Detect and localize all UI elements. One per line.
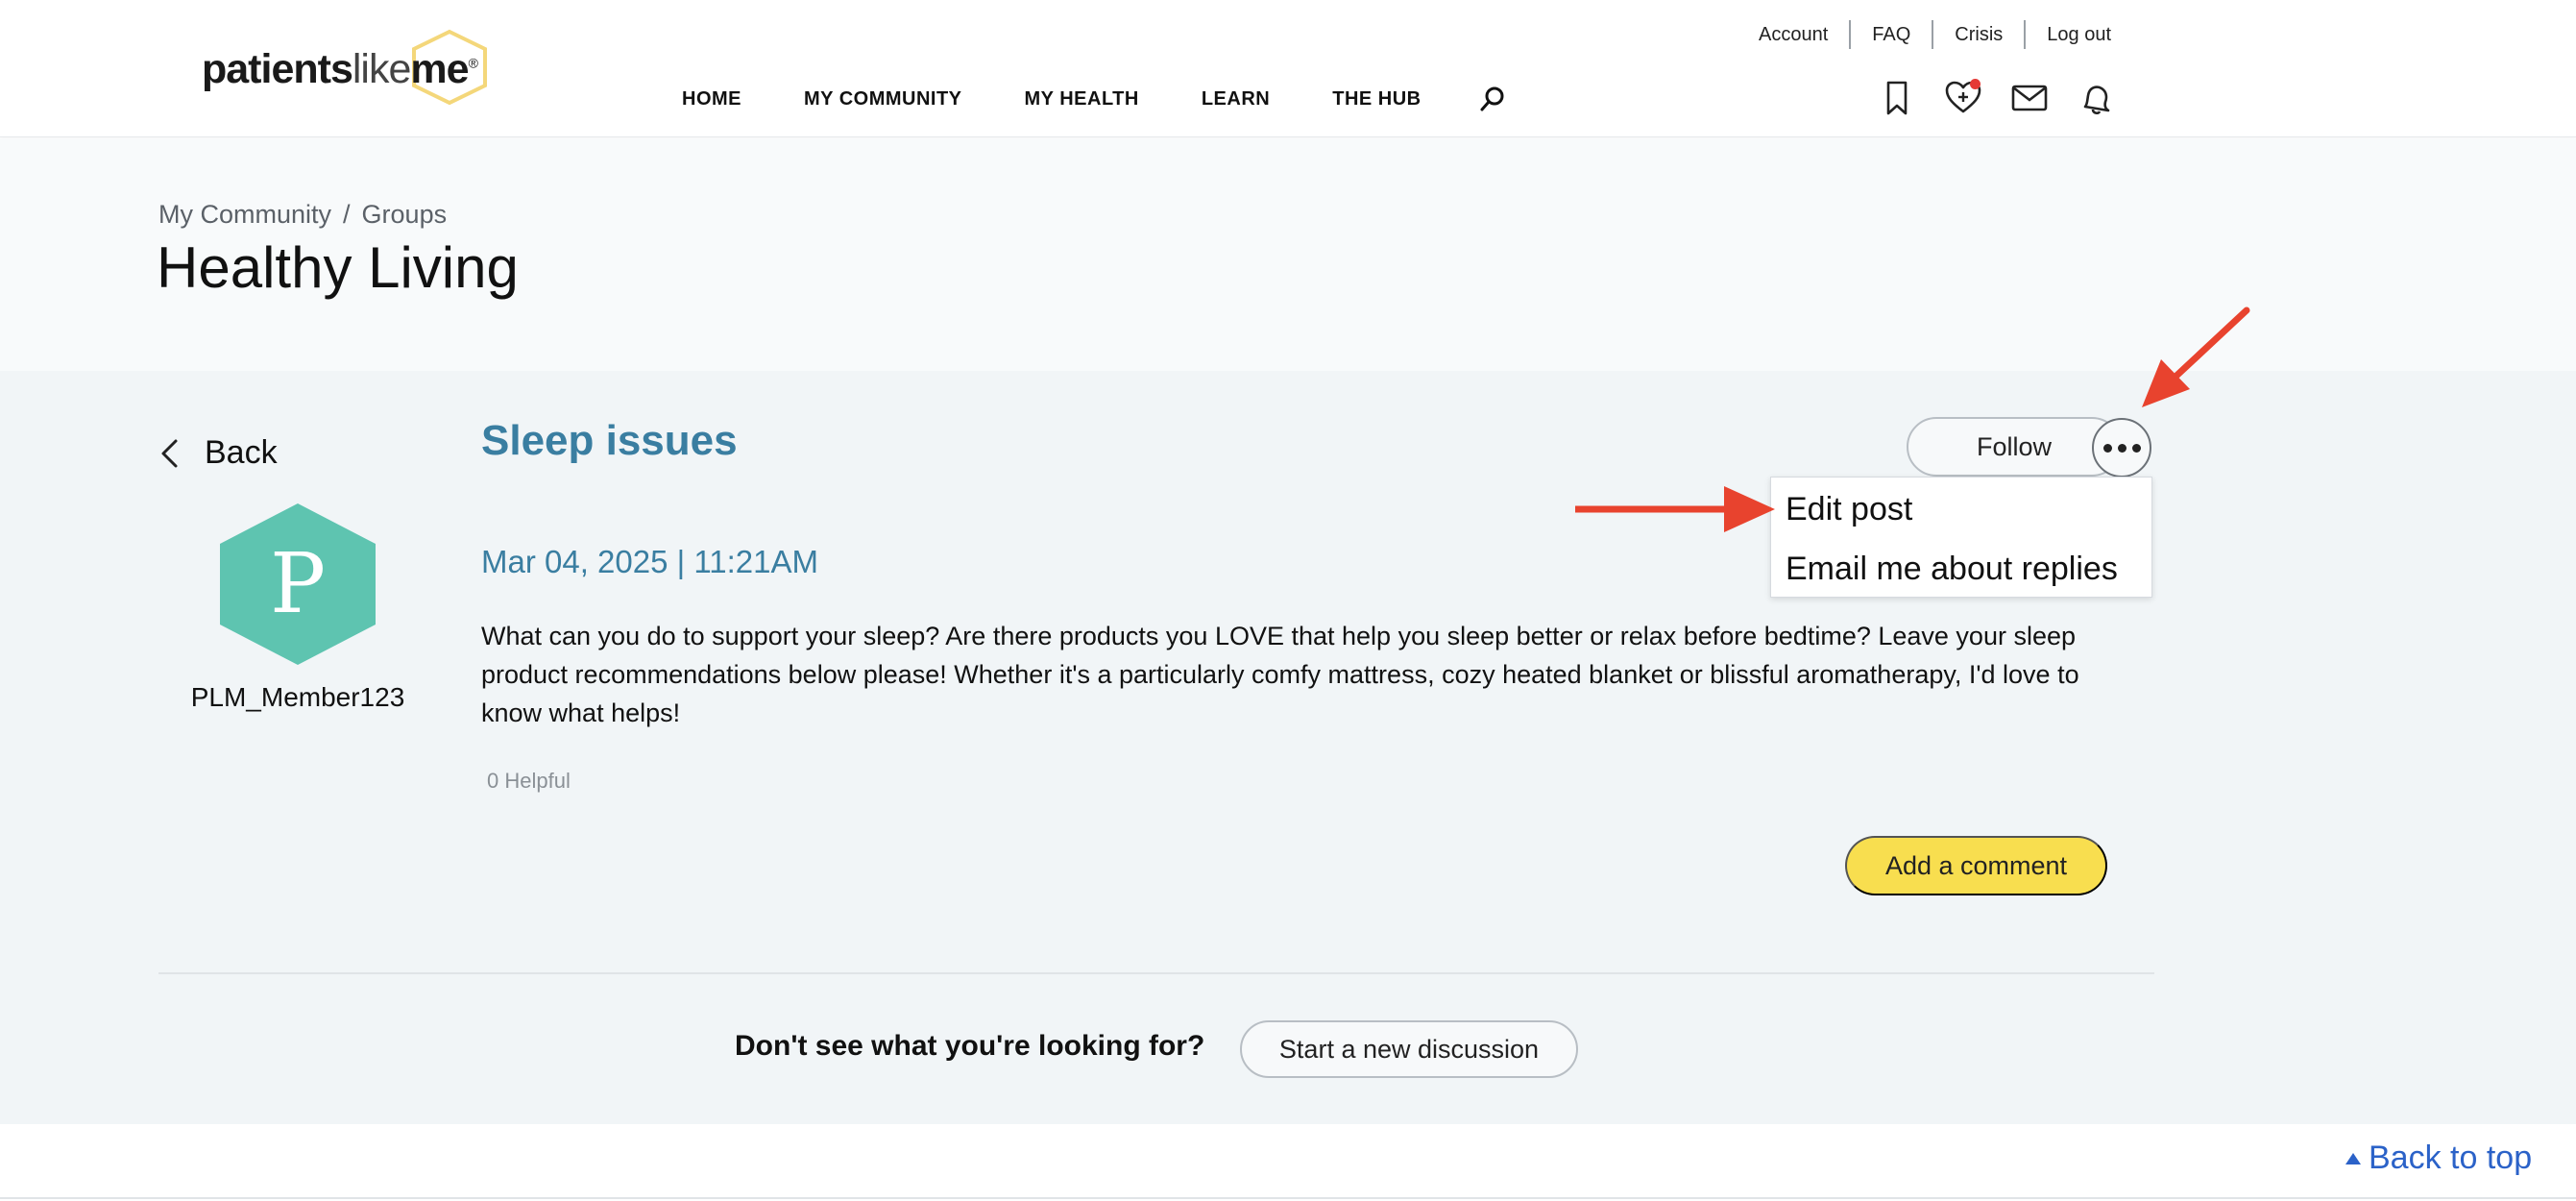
start-discussion-button[interactable]: Start a new discussion (1240, 1020, 1578, 1078)
post-title: Sleep issues (481, 417, 738, 464)
favorites-button[interactable] (1944, 79, 1982, 117)
chevron-left-icon (161, 439, 178, 467)
breadcrumb: My Community / Groups (158, 200, 447, 230)
patientslikeme-logo[interactable]: patientslikeme® (202, 29, 490, 106)
utility-links: Account FAQ Crisis Log out (1738, 20, 2111, 49)
triangle-up-icon (2345, 1152, 2361, 1164)
bell-icon[interactable] (2077, 79, 2115, 117)
bookmark-icon[interactable] (1878, 79, 1916, 117)
faq-link[interactable]: FAQ (1851, 24, 1932, 46)
follow-button[interactable]: Follow (1907, 417, 2122, 477)
breadcrumb-separator: / (343, 200, 351, 229)
author-username[interactable]: PLM_Member123 (144, 682, 451, 713)
section-divider (158, 972, 2154, 974)
logout-link[interactable]: Log out (2026, 24, 2111, 46)
nav-the-hub[interactable]: THE HUB (1332, 88, 1421, 110)
crisis-link[interactable]: Crisis (1933, 24, 2024, 46)
notification-dot (1970, 79, 1981, 89)
cta-prompt: Don't see what you're looking for? (735, 1030, 1205, 1062)
post-options-menu: Edit post Email me about replies (1770, 477, 2152, 598)
nav-my-community[interactable]: MY COMMUNITY (804, 88, 962, 110)
main-nav: HOME MY COMMUNITY MY HEALTH LEARN THE HU… (682, 85, 1507, 113)
post-body: What can you do to support your sleep? A… (481, 622, 2079, 727)
add-comment-button[interactable]: Add a comment (1845, 836, 2107, 895)
dot-icon (2102, 443, 2112, 453)
nav-my-health[interactable]: MY HEALTH (1025, 88, 1139, 110)
back-label: Back (205, 434, 278, 471)
mail-icon[interactable] (2010, 79, 2049, 117)
logo-wordmark: patientslikeme® (202, 46, 478, 92)
post-area: Back P PLM_Member123 Sleep issues Mar 04… (0, 371, 2576, 1124)
breadcrumb-my-community[interactable]: My Community (158, 200, 331, 230)
search-icon[interactable] (1478, 85, 1507, 113)
page-title: Healthy Living (157, 235, 519, 300)
footer-divider (0, 1197, 2576, 1199)
back-to-top-label: Back to top (2369, 1140, 2533, 1176)
group-title-band: My Community / Groups Healthy Living (0, 138, 2576, 371)
dot-icon (2131, 443, 2141, 453)
footer-strip: Back to top (0, 1124, 2576, 1201)
header-icons (1878, 79, 2143, 117)
post-date: Mar 04, 2025 | 11:21AM (481, 544, 818, 579)
avatar-initial: P (270, 536, 326, 632)
breadcrumb-groups[interactable]: Groups (362, 200, 448, 230)
nav-home[interactable]: HOME (682, 88, 741, 110)
menu-item-email-replies[interactable]: Email me about replies (1786, 551, 2118, 588)
back-button[interactable]: Back (157, 434, 278, 472)
more-options-button[interactable] (2092, 418, 2151, 478)
menu-item-edit-post[interactable]: Edit post (1786, 491, 1912, 528)
account-link[interactable]: Account (1738, 24, 1849, 46)
helpful-count[interactable]: 0 Helpful (487, 769, 571, 794)
nav-learn[interactable]: LEARN (1202, 88, 1270, 110)
avatar[interactable]: P (216, 502, 379, 667)
dot-icon (2117, 443, 2126, 453)
site-header: patientslikeme® Account FAQ Crisis Log o… (0, 0, 2576, 137)
back-to-top-link[interactable]: Back to top (2344, 1140, 2532, 1177)
